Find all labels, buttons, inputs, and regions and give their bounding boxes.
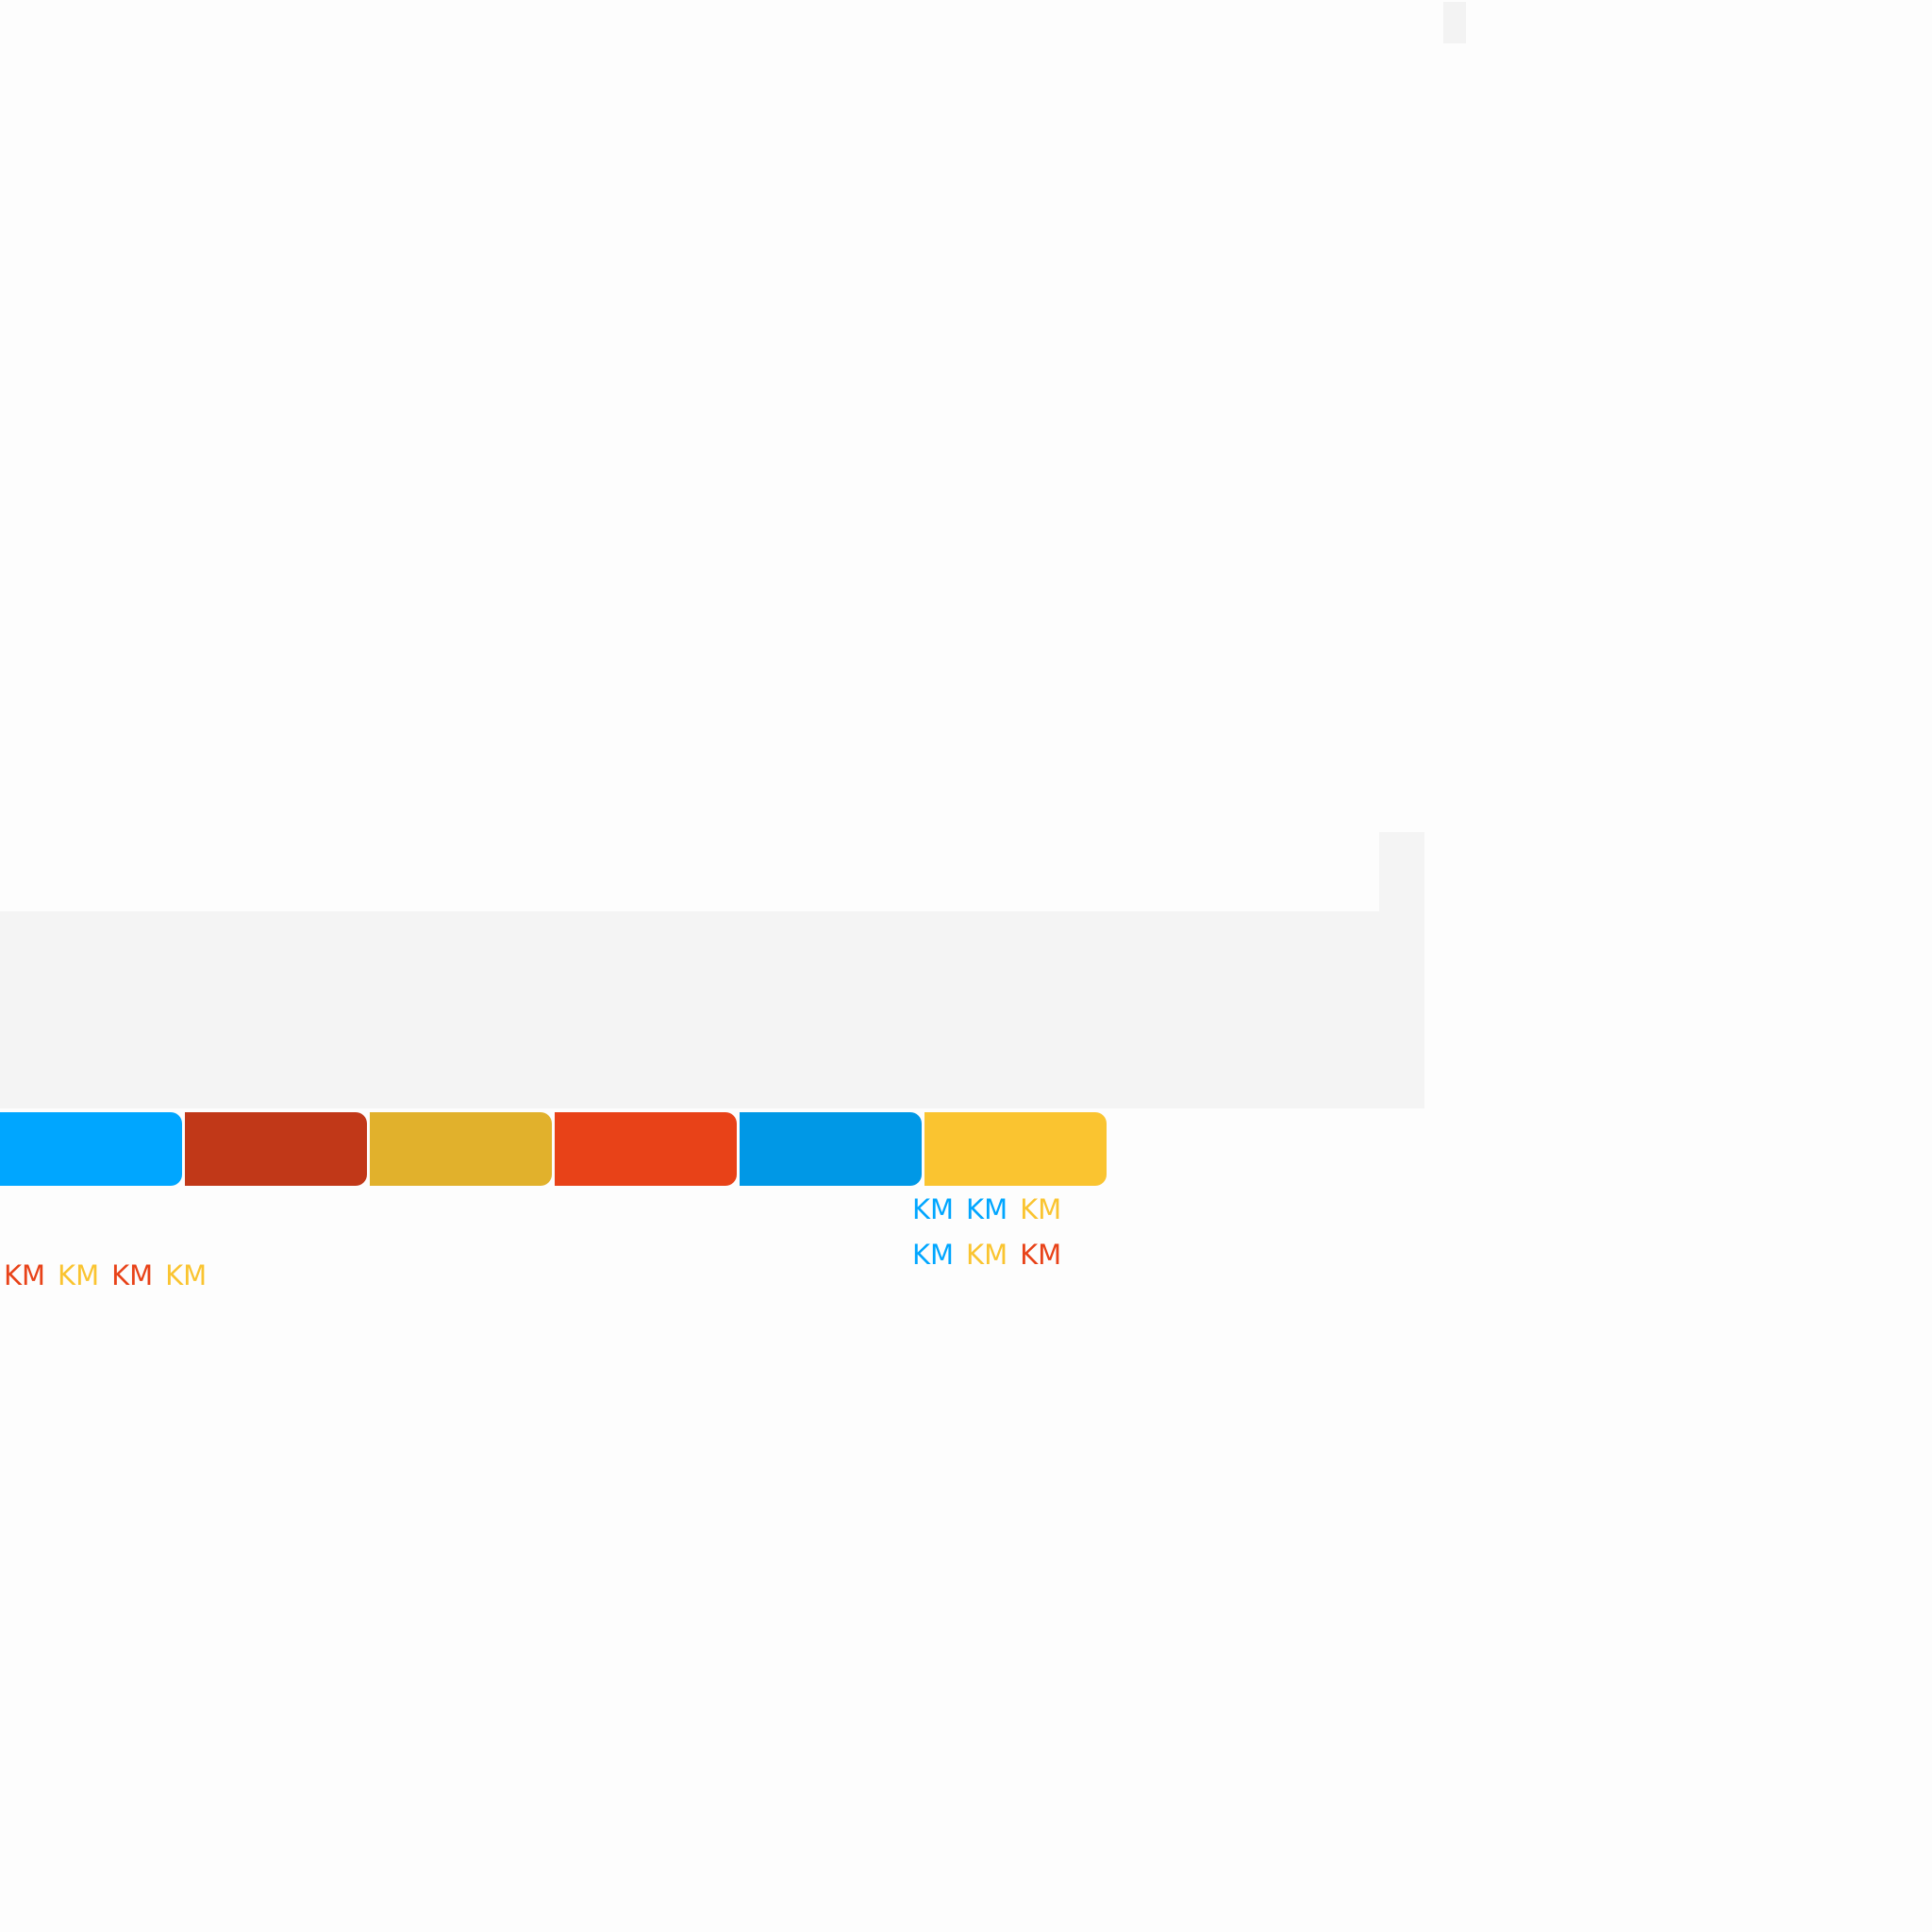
km-label: KM (966, 1239, 1008, 1271)
swatch-yellow[interactable] (924, 1112, 1107, 1186)
km-label: KM (1020, 1193, 1062, 1225)
km-label: KM (4, 1259, 46, 1291)
swatch-sky-blue[interactable] (0, 1112, 182, 1186)
swatch-orange-red[interactable] (555, 1112, 737, 1186)
km-label: KM (912, 1239, 955, 1271)
km-label: KM (165, 1259, 208, 1291)
swatch-rust-red[interactable] (185, 1112, 367, 1186)
swatch-blue[interactable] (740, 1112, 922, 1186)
km-label: KM (1020, 1239, 1062, 1271)
km-label-group-right-row2: KM KM KM (912, 1241, 1074, 1269)
color-swatch-row (0, 1112, 1107, 1186)
gray-panel (0, 911, 1424, 1108)
km-label: KM (912, 1193, 955, 1225)
km-label-group-right-row1: KM KM KM (912, 1196, 1074, 1224)
km-label: KM (111, 1259, 154, 1291)
km-label: KM (966, 1193, 1008, 1225)
km-label: KM (58, 1259, 100, 1291)
scrollbar-thumb[interactable] (1443, 2, 1466, 43)
km-label-group-left: KM KM KM KM (4, 1262, 219, 1290)
swatch-mustard[interactable] (370, 1112, 552, 1186)
panel-tab (1379, 832, 1424, 913)
